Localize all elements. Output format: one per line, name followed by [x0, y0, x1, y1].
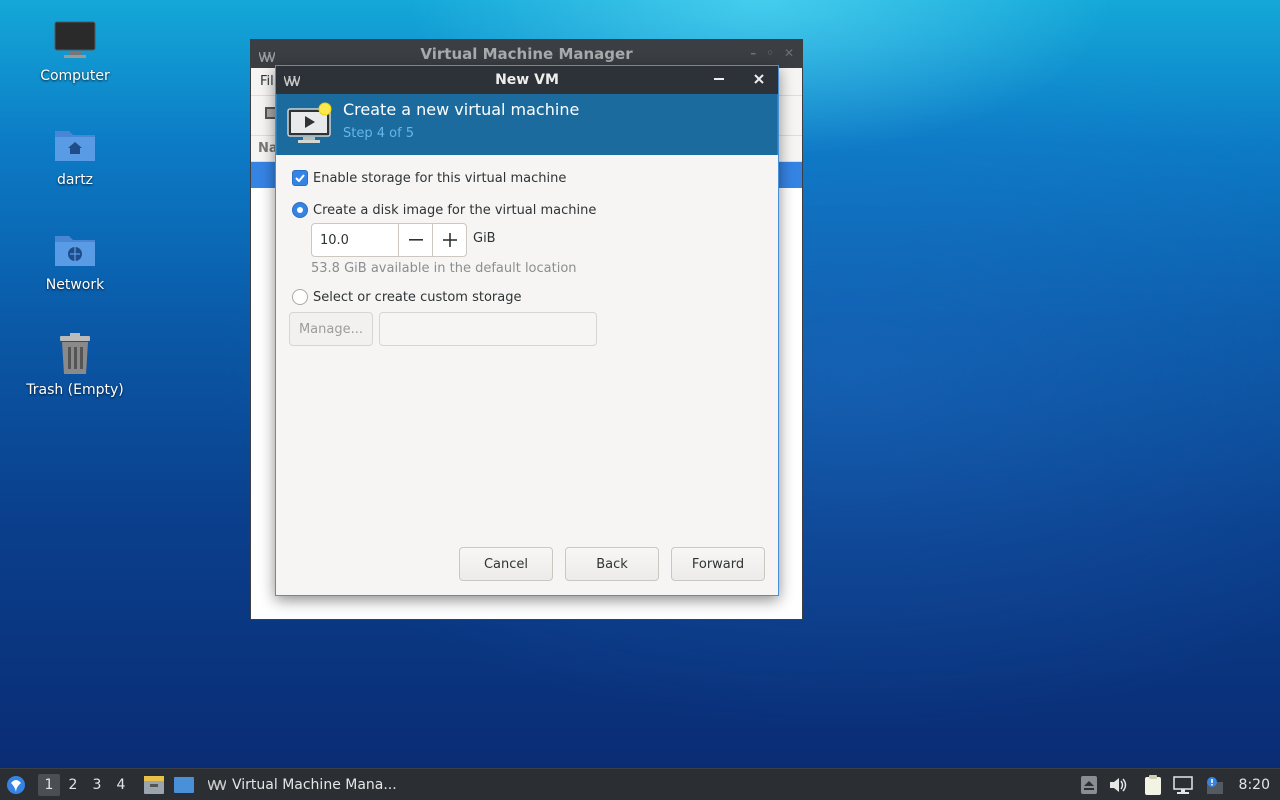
network-wired-icon[interactable] [1172, 776, 1193, 794]
create-disk-radio[interactable]: Create a disk image for the virtual mach… [292, 202, 596, 218]
desktop-icon-label: Trash (Empty) [26, 382, 124, 398]
desktop-icon-label: dartz [56, 172, 94, 188]
custom-storage-path-input[interactable] [379, 312, 597, 346]
vmm-app-icon [283, 74, 301, 90]
custom-storage-label: Select or create custom storage [313, 289, 522, 305]
vmm-app-icon [258, 48, 276, 66]
increment-button[interactable] [432, 224, 466, 256]
vmm-titlebar[interactable]: Virtual Machine Manager – ◦ ✕ [251, 40, 802, 68]
create-disk-label: Create a disk image for the virtual mach… [313, 202, 597, 218]
volume-icon[interactable] [1109, 777, 1127, 793]
vmm-title: Virtual Machine Manager [420, 45, 633, 63]
available-space-hint: 53.8 GiB available in the default locati… [311, 261, 577, 276]
taskbar-item-label: Virtual Machine Mana... [232, 776, 397, 793]
home-folder-icon [53, 122, 97, 166]
desktop-icon-network[interactable]: Network [20, 227, 130, 293]
desktop-icon-trash[interactable]: Trash (Empty) [20, 332, 130, 398]
system-tray: 8:20 [1069, 769, 1280, 800]
dialog-title: New VM [495, 72, 559, 88]
taskbar: 1 2 3 4 Virtual Machine Mana... 8:20 [0, 768, 1280, 800]
eject-icon[interactable] [1080, 776, 1097, 794]
network-folder-icon [53, 227, 97, 271]
clipboard-icon[interactable] [1144, 775, 1161, 795]
disk-size-value[interactable]: 10.0 [312, 224, 398, 256]
trash-icon [53, 332, 97, 376]
cancel-button[interactable]: Cancel [459, 547, 553, 581]
start-menu-icon[interactable] [6, 775, 26, 795]
notification-icon[interactable] [1205, 776, 1225, 794]
forward-button[interactable]: Forward [671, 547, 765, 581]
new-vm-monitor-icon [287, 102, 333, 148]
desktop-icon-label: Network [45, 277, 105, 293]
workspace-4[interactable]: 4 [110, 774, 132, 796]
disk-size-stepper[interactable]: 10.0 [311, 223, 467, 257]
close-icon[interactable] [748, 68, 770, 90]
close-icon[interactable]: ✕ [784, 46, 794, 60]
minimize-icon[interactable] [708, 68, 730, 90]
checkbox-checked-icon [292, 170, 308, 186]
desktop-icon-computer[interactable]: Computer [20, 18, 130, 84]
vmm-app-icon [208, 779, 226, 790]
enable-storage-label: Enable storage for this virtual machine [313, 170, 567, 186]
maximize-icon[interactable]: ◦ [766, 46, 774, 60]
workspace-3[interactable]: 3 [86, 774, 108, 796]
radio-selected-icon [292, 202, 308, 218]
decrement-button[interactable] [398, 224, 432, 256]
banner-title: Create a new virtual machine [343, 100, 580, 119]
minimize-icon[interactable]: – [750, 46, 756, 60]
desktop-icon-home[interactable]: dartz [20, 122, 130, 188]
back-button[interactable]: Back [565, 547, 659, 581]
clock[interactable]: 8:20 [1239, 777, 1270, 793]
new-vm-dialog: New VM Create a new virtual machine Step… [275, 65, 779, 596]
disk-size-unit: GiB [473, 231, 496, 246]
enable-storage-checkbox[interactable]: Enable storage for this virtual machine [292, 170, 566, 186]
desktop-icon-label: Computer [40, 68, 110, 84]
desktop-show-icon[interactable] [174, 776, 194, 794]
workspace-1[interactable]: 1 [38, 773, 60, 796]
menu-file[interactable]: Fil [260, 74, 274, 89]
file-manager-launcher-icon[interactable] [144, 775, 164, 794]
dialog-titlebar[interactable]: New VM [276, 66, 778, 94]
minus-icon [408, 239, 423, 241]
workspace-2[interactable]: 2 [62, 774, 84, 796]
manage-button[interactable]: Manage... [289, 312, 373, 346]
custom-storage-radio[interactable]: Select or create custom storage [292, 289, 521, 305]
monitor-icon [53, 18, 97, 62]
taskbar-item-vmm[interactable]: Virtual Machine Mana... [208, 777, 397, 793]
radio-unselected-icon [292, 289, 308, 305]
storage-page: Enable storage for this virtual machine … [276, 155, 778, 595]
plus-icon [442, 233, 457, 247]
wizard-banner: Create a new virtual machine Step 4 of 5 [276, 94, 778, 155]
banner-step: Step 4 of 5 [343, 126, 415, 141]
